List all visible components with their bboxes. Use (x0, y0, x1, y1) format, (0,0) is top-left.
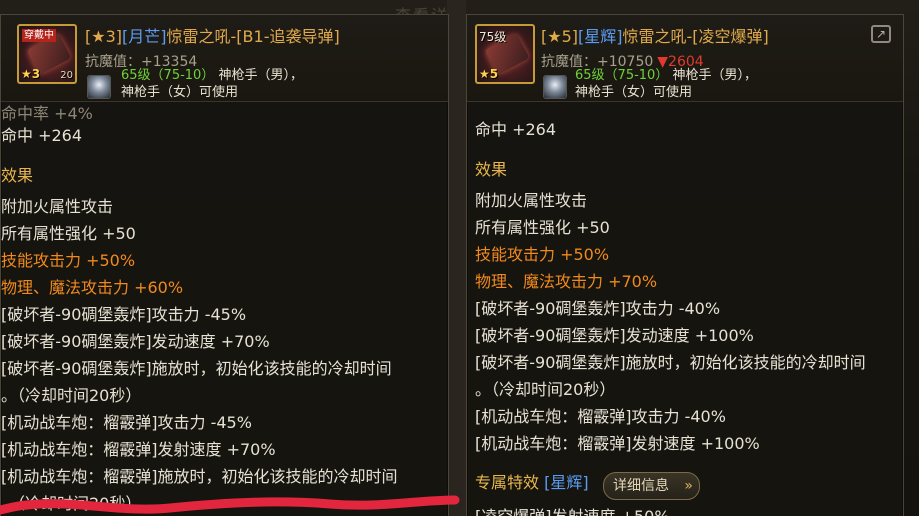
item-name: 惊雷之吼-[B1-追袭导弹] (166, 27, 340, 46)
stat-line: 物理、魔法攻击力 +70% (475, 272, 658, 291)
class-requirement-2: 神枪手（女）可使用 (121, 85, 239, 100)
stat-line: [破坏者-90碉堡轰炸]攻击力 -45% (1, 305, 247, 324)
item-sub-level: 20 (60, 70, 73, 81)
item-star: [★3] (85, 27, 123, 46)
diamond-icon (87, 75, 111, 99)
item-star-badge: ★5 (479, 67, 499, 81)
level-requirement: 65级（75-10） (121, 68, 215, 83)
stat-line: [破坏者-90碉堡轰炸]施放时，初始化该技能的冷却时间 (475, 353, 866, 372)
item-icon[interactable]: 穿戴中 ★3 20 (17, 24, 77, 84)
equipped-item-tooltip: 穿戴中 ★3 20 [★3][月芒]惊雷之吼-[B1-追袭导弹] 抗魔值：+13… (0, 14, 449, 516)
exclusive-effect-grade: [星辉] (544, 473, 589, 492)
tooltip-header: 75级 ★5 [★5][星辉]惊雷之吼-[凌空爆弹] 抗魔值：+10750 ▼26… (467, 15, 903, 102)
compared-item-tooltip: 75级 ★5 [★5][星辉]惊雷之吼-[凌空爆弹] 抗魔值：+10750 ▼26… (466, 14, 904, 516)
stat-line: 附加火属性攻击 (1, 197, 114, 216)
effect-heading: 效果 (1, 166, 34, 185)
stat-line: [机动战车炮：榴霰弹]攻击力 -40% (475, 407, 726, 426)
item-title: [★5][星辉]惊雷之吼-[凌空爆弹] (541, 23, 769, 47)
tooltip-header: 穿戴中 ★3 20 [★3][月芒]惊雷之吼-[B1-追袭导弹] 抗魔值：+13… (1, 15, 448, 102)
class-requirement-2: 神枪手（女）可使用 (575, 85, 693, 100)
stat-line: [破坏者-90碉堡轰炸]发动速度 +100% (475, 326, 754, 345)
equipped-tag: 穿戴中 (22, 29, 56, 42)
item-star-badge: ★3 (21, 67, 41, 81)
item-name: 惊雷之吼-[凌空爆弹] (622, 27, 769, 46)
stat-line: [机动战车炮：榴霰弹]攻击力 -45% (1, 413, 252, 432)
stat-line: 。（冷却时间20秒） (475, 380, 616, 399)
stat-line: 技能攻击力 +50% (1, 251, 136, 270)
background-strip (447, 0, 466, 516)
stat-line: 命中率 +4% (1, 104, 93, 123)
usage-requirement: 65级（75-10） 神枪手（男）， 神枪手（女）可使用 (575, 67, 757, 101)
item-compare-screen: 查看详情 穿戴中 ★3 20 [★3][月芒]惊雷之吼-[B1-追袭导弹] 抗魔… (0, 0, 919, 516)
stat-line: 物理、魔法攻击力 +60% (1, 278, 184, 297)
stat-line: 所有属性强化 +50 (1, 224, 136, 243)
stat-line: [机动战车炮：榴霰弹]发射速度 +70% (1, 440, 276, 459)
exclusive-effect-row: 专属特效 [星辉] 详细信息 » (475, 472, 895, 500)
level-requirement: 65级（75-10） (575, 68, 669, 83)
detail-info-label: 详细信息 (613, 478, 669, 494)
share-icon[interactable]: ↗ (871, 25, 891, 43)
stat-line: 命中 +264 (1, 126, 83, 145)
item-level-badge: 75级 (479, 30, 507, 44)
stat-line: 所有属性强化 +50 (475, 218, 610, 237)
item-icon[interactable]: 75级 ★5 (475, 24, 535, 84)
double-chevron-right-icon: » (684, 478, 692, 494)
stat-line: [破坏者-90碉堡轰炸]施放时，初始化该技能的冷却时间 (1, 359, 392, 378)
stat-line: 。（冷却时间20秒） (1, 386, 142, 405)
item-grade: [星辉] (578, 27, 623, 46)
stat-line: [机动战车炮：榴霰弹]发射速度 +100% (475, 434, 760, 453)
detail-info-button[interactable]: 详细信息 » (603, 472, 700, 500)
item-star: [★5] (541, 27, 579, 46)
class-requirement-1: 神枪手（男）， (218, 68, 303, 83)
stat-line: [破坏者-90碉堡轰炸]发动速度 +70% (1, 332, 270, 351)
class-requirement-1: 神枪手（男）， (672, 68, 757, 83)
stat-line: [机动战车炮：榴霰弹]施放时，初始化该技能的冷却时间 (1, 467, 398, 486)
stat-line: 命中 +264 (475, 120, 557, 139)
diamond-icon (543, 75, 567, 99)
usage-requirement: 65级（75-10） 神枪手（男）， 神枪手（女）可使用 (121, 67, 303, 101)
stat-line: 技能攻击力 +50% (475, 245, 610, 264)
item-title: [★3][月芒]惊雷之吼-[B1-追袭导弹] (85, 23, 340, 47)
stat-line: 附加火属性攻击 (475, 191, 588, 210)
stat-line: 。（冷却时间20秒） (1, 494, 142, 513)
exclusive-effect-label: 专属特效 (475, 473, 540, 492)
effect-heading: 效果 (475, 160, 508, 179)
stat-line: [凌空爆弹]发射速度 +50% (475, 506, 670, 516)
stat-line: [破坏者-90碉堡轰炸]攻击力 -40% (475, 299, 721, 318)
item-grade: [月芒] (122, 27, 167, 46)
